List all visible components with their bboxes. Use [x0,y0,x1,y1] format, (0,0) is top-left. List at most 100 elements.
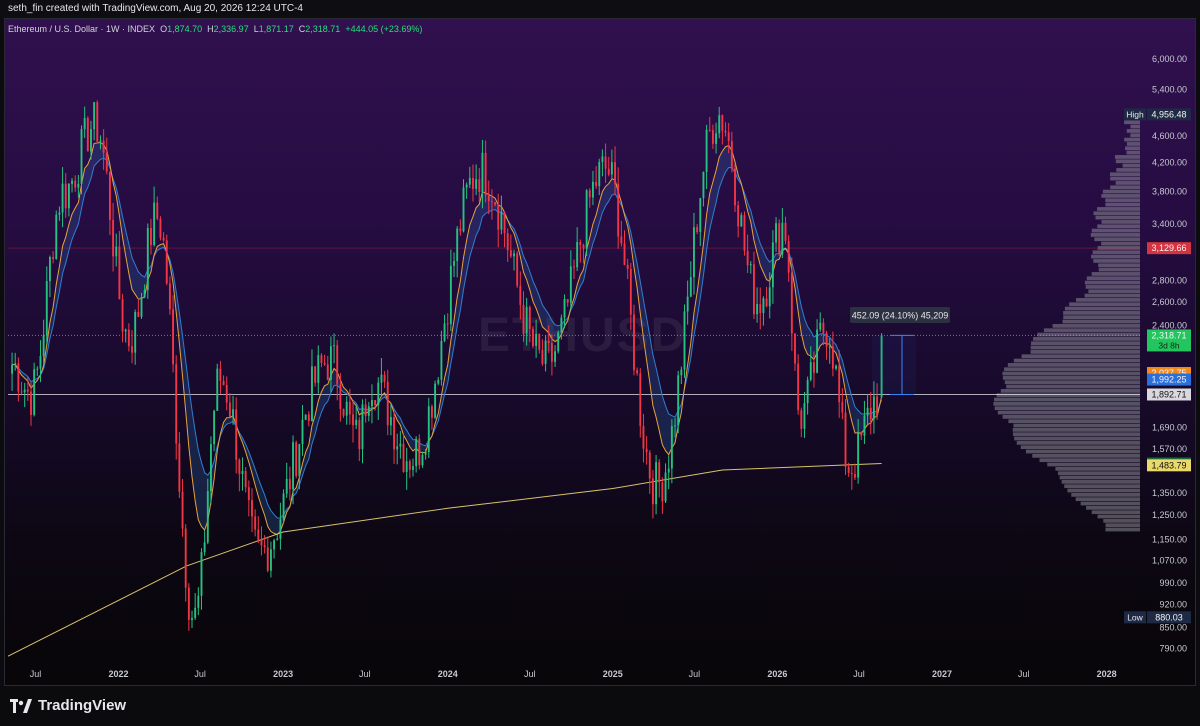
candle-body [718,115,721,134]
candle-body [854,474,856,478]
candle-body [260,539,263,546]
candle-body [247,487,250,501]
volume-profile-bar [1030,350,1140,354]
candle-body [547,340,550,344]
candle-body [778,223,781,255]
measure-label: 452.09 (24.10%) 45,209 [852,311,949,321]
candle-body [23,389,26,393]
price-chart[interactable]: 452.09 (24.10%) 45,209 6,000.00 5,400.00 4,… [0,0,1200,726]
y-tick-label: 4,200.00 [1152,158,1187,168]
volume-profile-bar [1126,129,1140,133]
price-label-tag-text: High [1126,109,1144,119]
volume-profile-bar [1064,306,1140,311]
volume-profile-bar [1012,432,1140,437]
candle-body [222,380,225,385]
volume-profile-bar [1043,328,1140,333]
candle-body [412,466,414,470]
candle-body [844,412,847,467]
candle-body [93,102,96,130]
candle-body [399,443,402,447]
candle-body [14,363,17,365]
volume-profile-bar [1098,263,1140,268]
candle-body [80,129,83,184]
candle-body [538,333,541,350]
volume-profile-bar [1110,185,1140,190]
candle-body [336,345,339,385]
candle-body [591,181,594,198]
candle-body [490,201,493,203]
volume-profile-bar [1091,254,1140,259]
candle-body [686,296,689,312]
candle-body [863,415,866,436]
volume-profile-bar [1069,302,1140,307]
candle-body [831,346,834,369]
volume-profile-bar [1033,337,1140,341]
price-label-value: 3,129.66 [1151,243,1186,253]
candle-body [803,403,806,429]
candle-body [519,285,522,305]
volume-profile-bar [1105,202,1140,207]
price-label-value: 1,892.71 [1151,389,1186,399]
candle-body [794,333,796,364]
candle-body [497,204,500,230]
candle-body [576,242,579,268]
candle-body [282,493,285,520]
candle-body [516,253,519,286]
candle-body [781,222,784,255]
candle-body [386,381,389,426]
candle-body [573,266,575,268]
volume-profile-bar [1075,497,1140,502]
volume-profile-bar [1004,367,1140,372]
candle-body [112,219,115,257]
candle-body [295,442,298,476]
volume-profile-bar [1085,285,1140,289]
candle-body [866,407,869,416]
candle-body [118,246,121,300]
tradingview-logo[interactable]: TradingView [10,697,126,714]
candle-body [393,417,395,450]
y-tick-label: 1,570.00 [1152,444,1187,454]
volume-profile-bar [1101,220,1140,224]
candle-body [557,332,560,352]
volume-profile-bar [1039,458,1140,463]
candle-body [775,223,777,243]
volume-profile-bar [1014,436,1140,441]
candle-body [181,491,184,529]
candle-body [822,322,825,333]
volume-profile-bar [1031,341,1140,346]
measure-area [872,335,916,395]
x-tick-label: Jul [853,669,865,679]
candle-body [329,346,332,380]
volume-profile-bar [1105,527,1140,532]
long-moving-average [7,463,882,657]
candle-body [828,346,831,348]
candle-body [749,264,752,266]
candle-body [721,115,724,131]
candle-body [102,140,105,153]
candle-body [427,406,430,453]
brand-name: TradingView [38,697,127,714]
candle-body [604,156,607,169]
volume-profile-bar [1006,384,1140,389]
volume-profile-bar [1020,445,1140,450]
candle-body [582,245,585,249]
y-tick-label: 850.00 [1159,622,1187,632]
candle-body [17,363,20,392]
volume-profile-bar [1057,471,1140,476]
y-tick-label: 1,250.00 [1152,510,1187,520]
y-tick-label: 3,400.00 [1152,219,1187,229]
candle-body [850,472,853,475]
candle-body [595,181,598,186]
volume-profile-bar [1030,345,1140,350]
candle-body [371,400,373,407]
candle-body [651,478,654,505]
candle-body [165,240,168,284]
candle-body [74,180,77,188]
candle-body [408,461,411,470]
y-tick-label: 4,600.00 [1152,131,1187,141]
candle-body [194,607,197,619]
candle-body [345,401,348,416]
candle-body [30,391,32,415]
candle-body [655,462,658,505]
candle-body [364,404,367,416]
